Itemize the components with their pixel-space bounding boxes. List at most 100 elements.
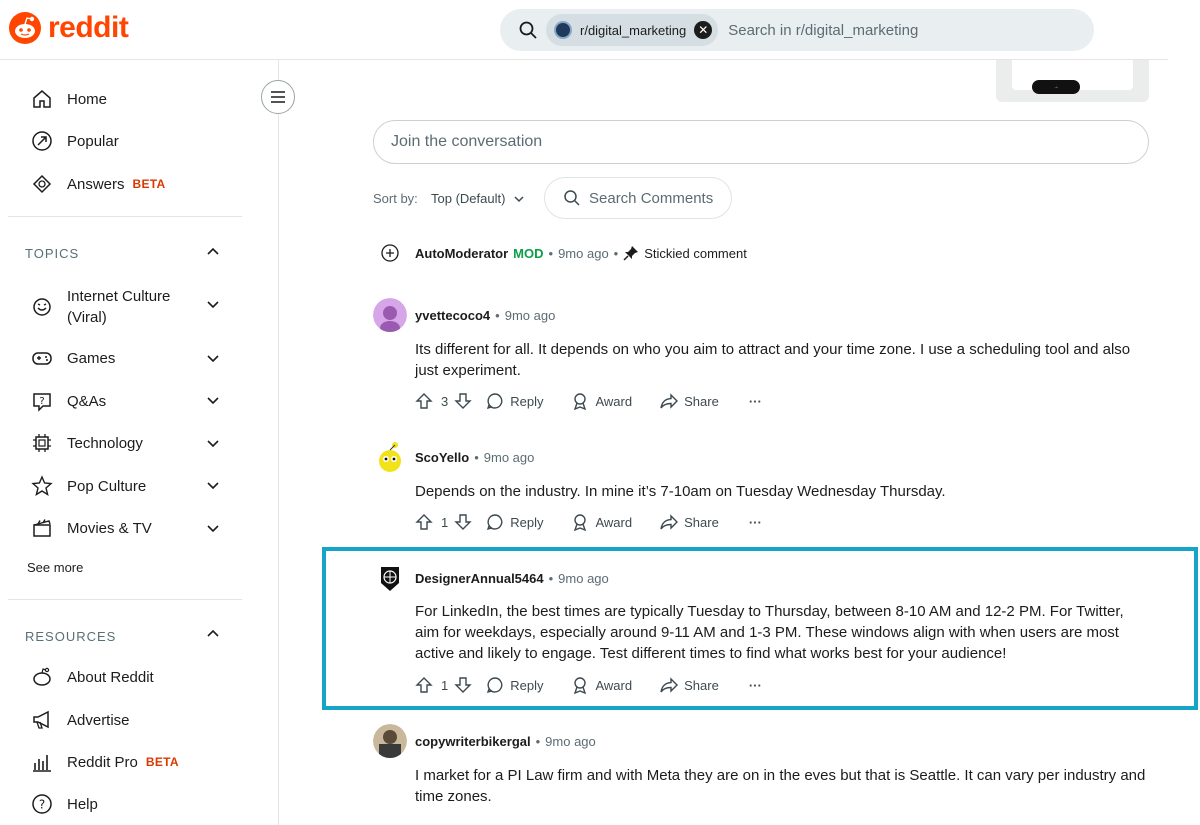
comment-time: 9mo ago — [545, 733, 596, 749]
search-icon — [519, 21, 537, 39]
search-comments-button[interactable]: Search Comments — [544, 177, 732, 219]
sidebar-item-internet-culture[interactable]: Internet Culture (Viral) — [30, 286, 187, 328]
sidebar-divider — [8, 599, 242, 600]
avatar[interactable] — [373, 440, 407, 474]
sidebar-item-label: Answers — [67, 175, 125, 193]
award-button[interactable]: Award — [571, 392, 632, 410]
vote-count: 1 — [441, 514, 449, 530]
chevron-down-icon[interactable] — [205, 392, 221, 408]
award-label: Award — [595, 514, 633, 530]
resources-section-title[interactable]: RESOURCES — [25, 629, 116, 644]
meta-separator: • — [495, 307, 500, 323]
search-input[interactable]: Search in r/digital_marketing — [728, 22, 918, 39]
stickied-label: Stickied comment — [644, 245, 747, 261]
award-label: Award — [595, 393, 633, 409]
share-button[interactable]: Share — [660, 513, 719, 531]
svg-text:?: ? — [39, 798, 45, 812]
chevron-up-icon[interactable] — [205, 626, 221, 642]
comment-author[interactable]: copywriterbikergal — [415, 734, 531, 749]
sidebar-item-label: Help — [67, 795, 98, 813]
chevron-down-icon — [514, 195, 524, 202]
sidebar-item-label: Popular — [67, 132, 119, 150]
home-icon — [30, 87, 54, 111]
share-label: Share — [684, 514, 719, 530]
comment-bubble-icon — [487, 393, 503, 410]
chevron-down-icon[interactable] — [205, 350, 221, 366]
ad-preview: → — [996, 60, 1149, 102]
sidebar-item-advertise[interactable]: Advertise — [30, 708, 130, 732]
comment: ScoYello • 9mo ago Depends on the indust… — [373, 440, 1163, 540]
share-icon — [660, 514, 679, 530]
sidebar-item-technology[interactable]: Technology — [30, 431, 143, 455]
award-icon — [574, 514, 587, 531]
sidebar-item-pop-culture[interactable]: Pop Culture — [30, 474, 146, 498]
downvote-icon[interactable] — [454, 392, 472, 410]
comment-author[interactable]: yvettecoco4 — [415, 308, 490, 323]
avatar[interactable] — [373, 298, 407, 332]
share-button[interactable]: Share — [660, 392, 719, 410]
reply-button[interactable]: Reply — [486, 513, 543, 531]
join-conversation-input[interactable]: Join the conversation — [373, 120, 1149, 164]
sidebar-item-label: Movies & TV — [67, 519, 152, 537]
chip-icon — [30, 431, 54, 455]
ad-button[interactable]: → — [1032, 80, 1080, 94]
sidebar-item-games[interactable]: Games — [30, 346, 115, 370]
comment: copywriterbikergal • 9mo ago I market fo… — [373, 724, 1163, 825]
sidebar-item-reddit-pro[interactable]: Reddit Pro BETA — [30, 750, 179, 774]
chevron-down-icon[interactable] — [205, 520, 221, 536]
clapperboard-icon — [30, 516, 54, 540]
chevron-down-icon[interactable] — [205, 477, 221, 493]
vote-count: 3 — [441, 393, 449, 409]
more-options-button[interactable]: ··· — [749, 394, 762, 409]
sidebar-item-label: Advertise — [67, 711, 130, 729]
expand-icon[interactable] — [380, 243, 400, 263]
sidebar-item-popular[interactable]: Popular — [30, 129, 119, 153]
meta-separator: • — [535, 733, 541, 749]
pin-icon — [623, 246, 639, 261]
sidebar-item-label: About Reddit — [67, 668, 154, 686]
more-options-button[interactable]: ··· — [749, 515, 762, 530]
question-bubble-icon: ? — [30, 389, 54, 413]
menu-icon — [271, 91, 285, 103]
sort-dropdown[interactable]: Top (Default) — [431, 191, 525, 206]
help-icon: ? — [30, 792, 54, 816]
chevron-down-icon[interactable] — [205, 296, 221, 312]
topics-section-title[interactable]: TOPICS — [25, 246, 79, 261]
sidebar-item-movies-tv[interactable]: Movies & TV — [30, 516, 152, 540]
award-button[interactable]: Award — [571, 513, 632, 531]
collapse-nav-button[interactable] — [261, 80, 295, 114]
sidebar-item-answers[interactable]: Answers BETA — [30, 172, 166, 196]
reddit-logo[interactable]: reddit — [8, 11, 129, 45]
comment-author[interactable]: ScoYello — [415, 450, 469, 465]
reply-button[interactable]: Reply — [486, 392, 543, 410]
upvote-icon[interactable] — [415, 513, 433, 531]
downvote-icon[interactable] — [454, 513, 472, 531]
search-bar[interactable]: r/digital_marketing ✕ Search in r/digita… — [500, 9, 1094, 51]
meta-separator: • — [474, 449, 479, 465]
chevron-down-icon[interactable] — [205, 435, 221, 451]
upvote-icon[interactable] — [415, 392, 433, 410]
comment-bubble-icon — [487, 514, 503, 531]
see-more-link[interactable]: See more — [27, 560, 83, 575]
comment-author[interactable]: AutoModerator — [415, 246, 508, 261]
chevron-up-icon[interactable] — [205, 244, 221, 260]
reddit-snoo-icon — [9, 12, 41, 44]
sidebar-item-qas[interactable]: ? Q&As — [30, 389, 106, 413]
comment: yvettecoco4 • 9mo ago Its different for … — [373, 298, 1163, 418]
award-icon — [574, 393, 587, 410]
sort-label: Sort by: — [373, 191, 418, 206]
sidebar-item-home[interactable]: Home — [30, 87, 107, 111]
comment-body: Depends on the industry. In mine it’s 7-… — [415, 483, 946, 500]
reddit-icon — [30, 665, 54, 689]
left-sidebar: Home Popular Answers BETA TOPICS Interne… — [0, 60, 279, 825]
top-header: reddit r/digital_marketing ✕ Search in r… — [0, 0, 1168, 60]
comment-actions: 3 Reply Award Share ··· — [415, 392, 762, 410]
reply-label: Reply — [510, 514, 544, 530]
comment-body: I market for a PI Law firm and with Meta… — [415, 767, 1146, 805]
remove-chip-icon[interactable]: ✕ — [694, 21, 713, 39]
sidebar-item-help[interactable]: ? Help — [30, 792, 98, 816]
beta-badge: BETA — [132, 177, 166, 191]
sidebar-item-about-reddit[interactable]: About Reddit — [30, 665, 154, 689]
answers-icon — [30, 172, 54, 196]
avatar[interactable] — [373, 724, 407, 758]
